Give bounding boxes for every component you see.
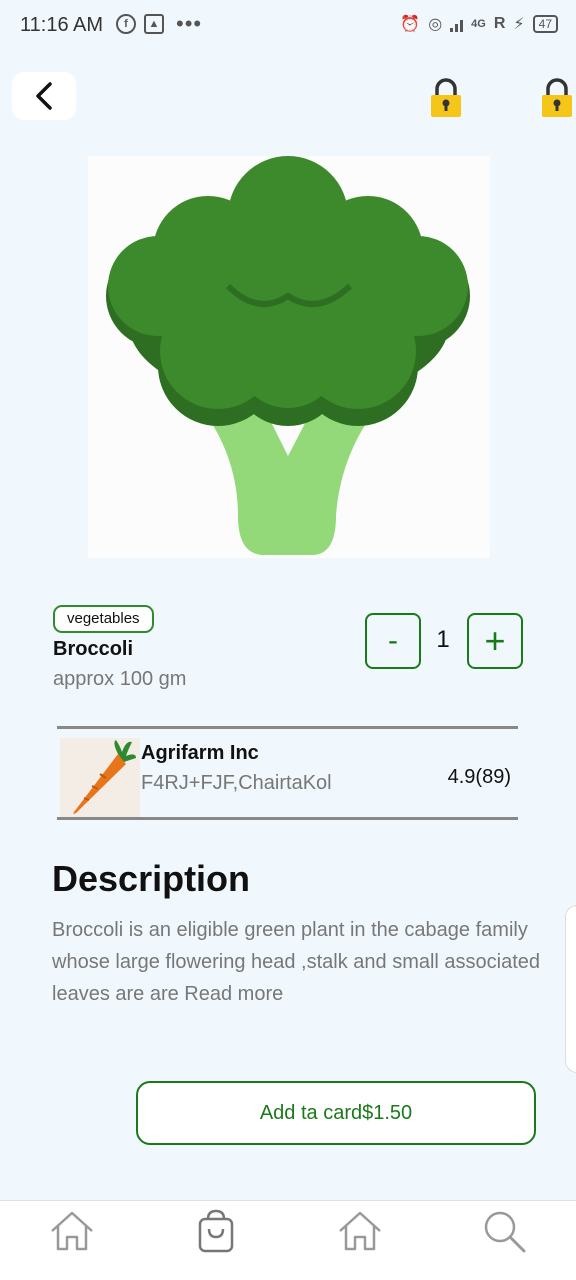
- shopping-bag-icon[interactable]: [192, 1207, 240, 1255]
- seller-name[interactable]: Agrifarm Inc: [141, 742, 259, 765]
- carrier-mark: R: [493, 15, 506, 32]
- description-text: Broccoli is an eligible green plant in t…: [52, 919, 541, 1005]
- facebook-icon: f: [116, 14, 136, 34]
- notification-icons: f ▲ •••: [116, 11, 203, 36]
- product-name: Broccoli: [53, 638, 134, 660]
- description-title: Description: [52, 858, 251, 899]
- chevron-left-icon: [36, 82, 52, 110]
- decrease-quantity-button[interactable]: -: [365, 613, 421, 669]
- broccoli-image: [106, 156, 470, 555]
- home-icon[interactable]: [48, 1207, 96, 1255]
- category-tag: vegetables: [53, 605, 154, 633]
- bottom-navigation: [0, 1200, 576, 1280]
- battery-level: 47: [532, 15, 558, 33]
- back-button[interactable]: [12, 72, 76, 120]
- side-drawer-handle[interactable]: [565, 905, 576, 1073]
- status-bar: 11:16 AM f ▲ ••• ⏰ ◎ 4G R ⚡ 47: [0, 0, 576, 52]
- carrot-icon: [73, 740, 136, 814]
- divider: [57, 817, 518, 820]
- lock-icon[interactable]: [429, 78, 463, 118]
- signal-icon: [450, 16, 464, 32]
- search-icon[interactable]: [480, 1207, 528, 1255]
- product-image: [88, 156, 490, 558]
- status-time: 11:16 AM: [20, 14, 104, 36]
- product-detail-screen: 11:16 AM f ▲ ••• ⏰ ◎ 4G R ⚡ 47 vegetable…: [0, 0, 576, 1280]
- product-weight: approx 100 gm: [53, 668, 187, 690]
- add-to-cart-button[interactable]: Add ta card$1.50: [136, 1081, 536, 1145]
- lock-icon[interactable]: [540, 78, 574, 118]
- seller-location: F4RJ+FJF,ChairtaKol: [141, 772, 332, 794]
- network-type: 4G: [471, 18, 486, 30]
- system-icons: ⏰ ◎ 4G R ⚡ 47: [400, 14, 558, 34]
- seller-rating: 4.9(89): [447, 766, 511, 788]
- seller-logo: [60, 738, 140, 818]
- increase-quantity-button[interactable]: +: [467, 613, 523, 669]
- quantity-value: 1: [436, 626, 450, 653]
- file-icon: ▲: [144, 14, 164, 34]
- home-icon[interactable]: [336, 1207, 384, 1255]
- divider: [57, 726, 518, 729]
- alarm-icon: ⏰: [400, 16, 421, 33]
- charging-icon: ⚡: [513, 16, 525, 33]
- more-dots-icon: •••: [176, 11, 203, 36]
- hotspot-icon: ◎: [428, 16, 443, 33]
